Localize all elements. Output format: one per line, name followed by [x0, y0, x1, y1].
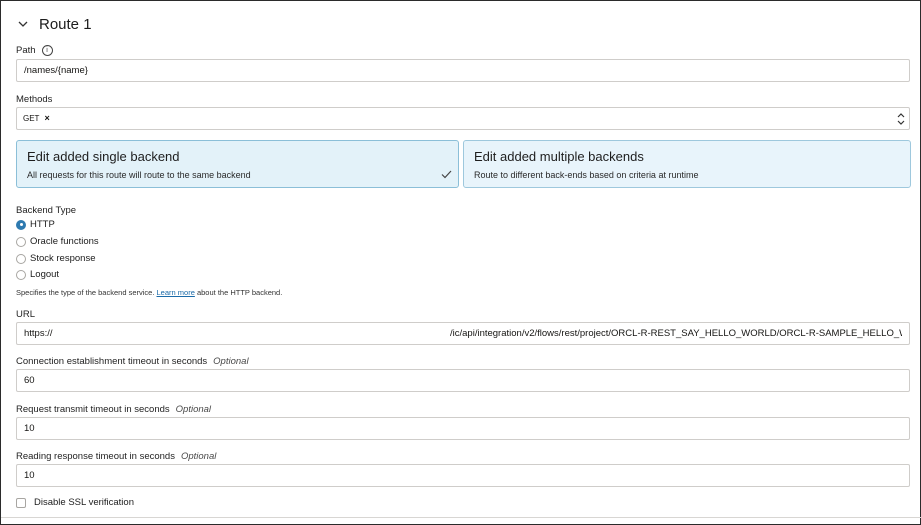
reading-timeout-input[interactable]: 10	[16, 464, 910, 487]
transmit-timeout-label-text: Request transmit timeout in seconds	[16, 404, 170, 415]
radio-oracle-functions-control[interactable]	[16, 236, 26, 247]
select-arrows-icon[interactable]	[897, 112, 905, 126]
optional-text: Optional	[175, 404, 212, 415]
reading-timeout-value: 10	[24, 470, 35, 481]
methods-select[interactable]: GET ×	[16, 107, 910, 130]
url-input[interactable]: https:// /ic/api/integration/v2/flows/re…	[16, 322, 910, 345]
transmit-timeout-label: Request transmit timeout in seconds Opti…	[16, 404, 211, 415]
chevron-down-icon[interactable]	[17, 18, 29, 30]
help-suffix: about the HTTP backend.	[196, 288, 283, 297]
remove-icon[interactable]: ×	[44, 114, 49, 123]
path-label: Path i	[16, 45, 53, 56]
optional-text: Optional	[180, 451, 217, 462]
path-input-value: /names/{name}	[24, 65, 88, 76]
route-panel: Route 1 Path i /names/{name} Methods GET…	[0, 0, 921, 525]
single-backend-title: Edit added single backend	[27, 149, 180, 164]
radio-http-label: HTTP	[30, 219, 55, 230]
radio-http[interactable]: HTTP	[16, 219, 55, 230]
disable-ssl-row[interactable]: Disable SSL verification	[16, 497, 134, 508]
path-label-text: Path	[16, 45, 36, 56]
single-backend-card[interactable]: Edit added single backend All requests f…	[16, 140, 459, 188]
url-value-end: /ic/api/integration/v2/flows/rest/projec…	[450, 328, 902, 339]
route-header[interactable]: Route 1	[17, 13, 92, 35]
single-backend-description: All requests for this route will route t…	[27, 170, 251, 180]
radio-logout[interactable]: Logout	[16, 269, 59, 280]
disable-ssl-checkbox[interactable]	[16, 497, 26, 508]
divider	[1, 517, 921, 518]
radio-stock-response-label: Stock response	[30, 253, 96, 264]
path-input[interactable]: /names/{name}	[16, 59, 910, 82]
disable-ssl-label: Disable SSL verification	[34, 497, 134, 508]
backend-type-label: Backend Type	[16, 205, 76, 216]
connection-timeout-label-text: Connection establishment timeout in seco…	[16, 356, 208, 367]
learn-more-link[interactable]: Learn more	[157, 288, 195, 297]
multiple-backends-card[interactable]: Edit added multiple backends Route to di…	[463, 140, 911, 188]
info-icon[interactable]: i	[41, 45, 53, 56]
methods-label: Methods	[16, 94, 52, 105]
method-chip-get[interactable]: GET ×	[23, 114, 50, 124]
radio-logout-label: Logout	[30, 269, 60, 280]
checkmark-icon	[441, 170, 452, 179]
connection-timeout-value: 60	[24, 375, 35, 386]
radio-logout-control[interactable]	[16, 269, 26, 280]
multiple-backends-title: Edit added multiple backends	[474, 149, 644, 164]
url-value-start: https://	[24, 328, 53, 339]
multiple-backends-description: Route to different back-ends based on cr…	[474, 170, 699, 180]
reading-timeout-label-text: Reading response timeout in seconds	[16, 451, 175, 462]
method-chip-label: GET	[23, 114, 40, 123]
connection-timeout-label: Connection establishment timeout in seco…	[16, 356, 249, 367]
radio-oracle-functions[interactable]: Oracle functions	[16, 236, 99, 247]
radio-stock-response-control[interactable]	[16, 253, 26, 264]
radio-oracle-functions-label: Oracle functions	[30, 236, 99, 247]
methods-label-text: Methods	[16, 94, 53, 105]
url-label: URL	[16, 309, 35, 320]
radio-http-control[interactable]	[16, 219, 26, 230]
connection-timeout-input[interactable]: 60	[16, 369, 910, 392]
url-label-text: URL	[16, 309, 36, 320]
backend-type-label-text: Backend Type	[16, 205, 77, 216]
route-title: Route 1	[39, 15, 92, 33]
transmit-timeout-input[interactable]: 10	[16, 417, 910, 440]
optional-text: Optional	[213, 356, 249, 367]
reading-timeout-label: Reading response timeout in seconds Opti…	[16, 451, 216, 462]
backend-type-help: Specifies the type of the backend servic…	[16, 288, 282, 297]
transmit-timeout-value: 10	[24, 423, 35, 434]
help-prefix: Specifies the type of the backend servic…	[16, 288, 155, 297]
radio-stock-response[interactable]: Stock response	[16, 253, 95, 264]
